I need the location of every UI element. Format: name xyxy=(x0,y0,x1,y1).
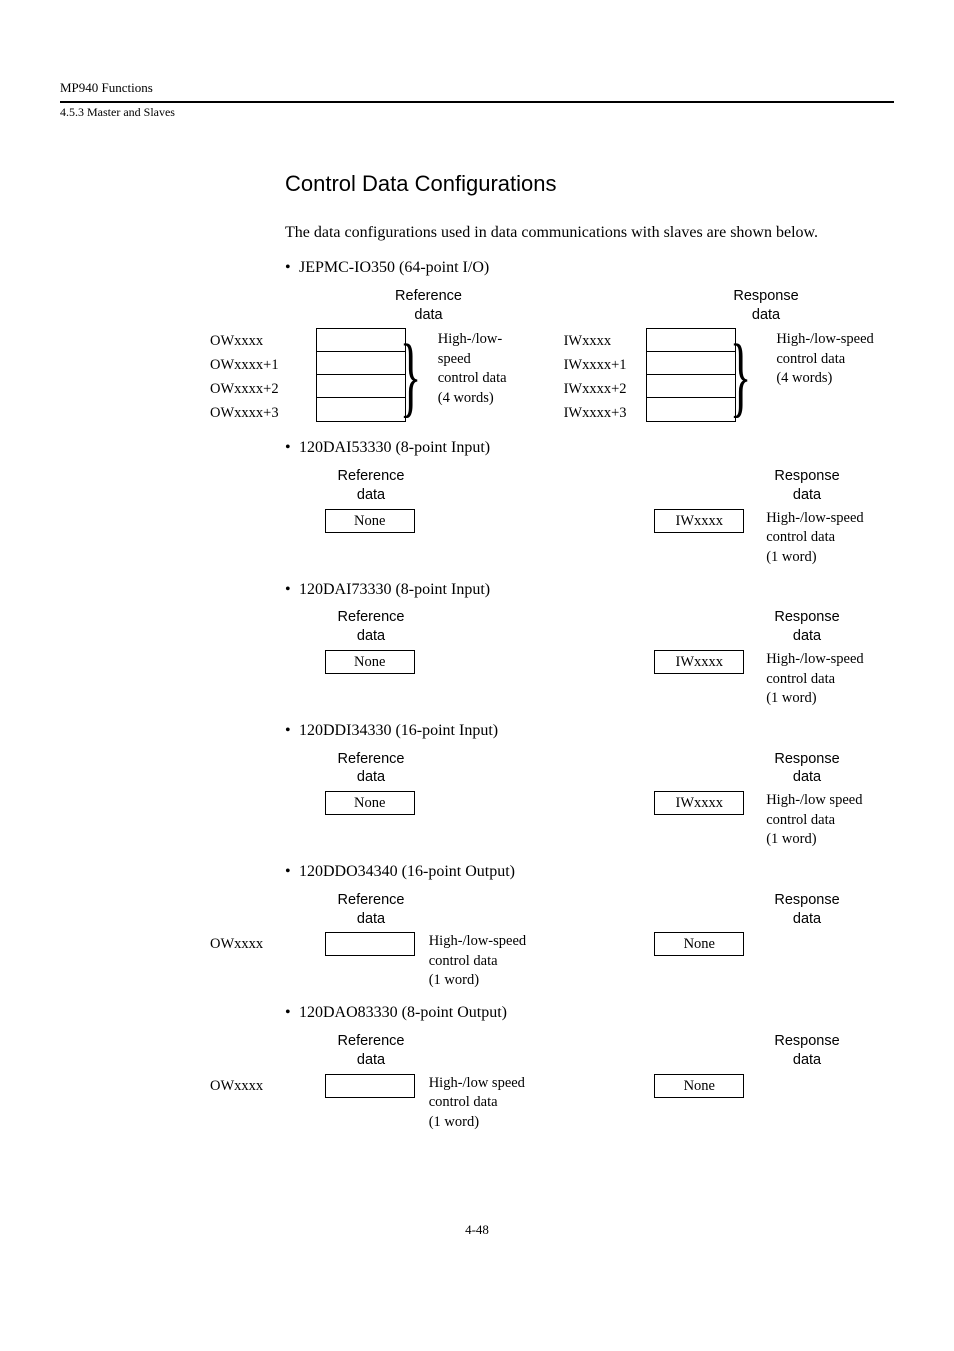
bullet-ddi34330: •120DDI34330 (16-point Input) xyxy=(285,721,894,742)
header-response: Responsedata xyxy=(761,891,853,929)
bullet-text: 120DAI73330 (8-point Input) xyxy=(299,581,490,598)
ref-box: None xyxy=(325,509,415,533)
ref-box xyxy=(325,1074,415,1098)
header-reference: Referencedata xyxy=(325,608,417,646)
header-response: Responsedata xyxy=(761,608,853,646)
diagram-dai73330: Referencedata Responsedata None IWxxxx H… xyxy=(210,608,894,708)
section-intro: The data configurations used in data com… xyxy=(285,223,894,244)
ow1: OWxxxx+1 xyxy=(210,354,316,378)
header-reference: Referencedata xyxy=(325,287,532,325)
header-rule xyxy=(60,101,894,103)
bullet-dai73330: •120DAI73330 (8-point Input) xyxy=(285,580,894,601)
resp-box: IWxxxx xyxy=(654,791,744,815)
diagram-dao83330: Referencedata Responsedata OWxxxx High-/… xyxy=(210,1032,894,1132)
header-subtitle: 4.5.3 Master and Slaves xyxy=(60,105,894,121)
ref-box xyxy=(325,932,415,956)
ref-box: None xyxy=(325,791,415,815)
brace-icon: } xyxy=(406,328,415,426)
bullet-text: 120DDO34340 (16-point Output) xyxy=(299,863,515,880)
resp-box: IWxxxx xyxy=(654,650,744,674)
section-ddo34340: •120DDO34340 (16-point Output) Reference… xyxy=(60,862,894,991)
ow3: OWxxxx+3 xyxy=(210,402,316,426)
header-reference: Referencedata xyxy=(325,750,417,788)
diagram-headers: Referencedata Responsedata xyxy=(210,287,894,325)
diagram-dai53330: Referencedata Responsedata None IWxxxx H… xyxy=(210,467,894,567)
bullet-text: JEPMC-IO350 (64-point I/O) xyxy=(299,259,489,276)
ow-labels: OWxxxx OWxxxx+1 OWxxxx+2 OWxxxx+3 xyxy=(210,328,316,426)
resp-box: IWxxxx xyxy=(654,509,744,533)
bullet-text: 120DAO83330 (8-point Output) xyxy=(299,1004,507,1021)
iw-box xyxy=(646,328,736,422)
ow-label: OWxxxx xyxy=(210,1074,325,1098)
bullet-dai53330: •120DAI53330 (8-point Input) xyxy=(285,438,894,459)
section-dai73330: •120DAI73330 (8-point Input) Referenceda… xyxy=(60,580,894,709)
resp-note: High-/low-speedcontrol data(1 word) xyxy=(744,650,894,709)
diagram-ddo34340: Referencedata Responsedata OWxxxx High-/… xyxy=(210,891,894,991)
ow-label: OWxxxx xyxy=(210,932,325,956)
section-ddi34330: •120DDI34330 (16-point Input) Referenced… xyxy=(60,721,894,850)
section-io350: •JEPMC-IO350 (64-point I/O) Referencedat… xyxy=(60,258,894,426)
ow2: OWxxxx+2 xyxy=(210,378,316,402)
diagram-headers: Referencedata Responsedata xyxy=(210,1032,894,1070)
header-response: Responsedata xyxy=(761,467,853,505)
section-dai53330: •120DAI53330 (8-point Input) Referenceda… xyxy=(60,438,894,567)
header-response: Responsedata xyxy=(761,1032,853,1070)
resp-note: High-/low speedcontrol data(1 word) xyxy=(744,791,894,850)
ow-box xyxy=(316,328,406,422)
ow0: OWxxxx xyxy=(210,330,316,354)
iw1: IWxxxx+1 xyxy=(564,354,647,378)
bullet-io350: •JEPMC-IO350 (64-point I/O) xyxy=(285,258,894,279)
header-reference: Referencedata xyxy=(325,467,417,505)
header-reference: Referencedata xyxy=(325,891,417,929)
bullet-ddo34340: •120DDO34340 (16-point Output) xyxy=(285,862,894,883)
bullet-dao83330: •120DAO83330 (8-point Output) xyxy=(285,1003,894,1024)
header-response: Responsedata xyxy=(670,287,862,325)
resp-note: High-/low-speedcontrol data(4 words) xyxy=(754,328,894,389)
ref-box: None xyxy=(325,650,415,674)
resp-box: None xyxy=(654,932,744,956)
ref-note: High-/low-speedcontrol data(1 word) xyxy=(415,932,571,991)
brace-icon: } xyxy=(736,328,745,426)
iw2: IWxxxx+2 xyxy=(564,378,647,402)
ref-note: High-/low-speedcontrol data(4 words) xyxy=(424,328,554,408)
diagram-headers: Referencedata Responsedata xyxy=(210,891,894,929)
resp-box: None xyxy=(654,1074,744,1098)
header-response: Responsedata xyxy=(761,750,853,788)
ref-note: High-/low speedcontrol data(1 word) xyxy=(415,1074,571,1133)
iw3: IWxxxx+3 xyxy=(564,402,647,426)
diagram-headers: Referencedata Responsedata xyxy=(210,467,894,505)
page-number: 4-48 xyxy=(60,1222,894,1239)
bullet-text: 120DDI34330 (16-point Input) xyxy=(299,722,498,739)
section-title: Control Data Configurations xyxy=(285,170,894,199)
diagram-headers: Referencedata Responsedata xyxy=(210,608,894,646)
diagram-io350: Referencedata Responsedata OWxxxx OWxxxx… xyxy=(210,287,894,427)
header-reference: Referencedata xyxy=(325,1032,417,1070)
section-dao83330: •120DAO83330 (8-point Output) Referenced… xyxy=(60,1003,894,1132)
diagram-ddi34330: Referencedata Responsedata None IWxxxx H… xyxy=(210,750,894,850)
diagram-headers: Referencedata Responsedata xyxy=(210,750,894,788)
resp-note: High-/low-speedcontrol data(1 word) xyxy=(744,509,894,568)
iw0: IWxxxx xyxy=(564,330,647,354)
iw-labels: IWxxxx IWxxxx+1 IWxxxx+2 IWxxxx+3 xyxy=(554,328,647,426)
header-title: MP940 Functions xyxy=(60,80,894,97)
bullet-text: 120DAI53330 (8-point Input) xyxy=(299,439,490,456)
